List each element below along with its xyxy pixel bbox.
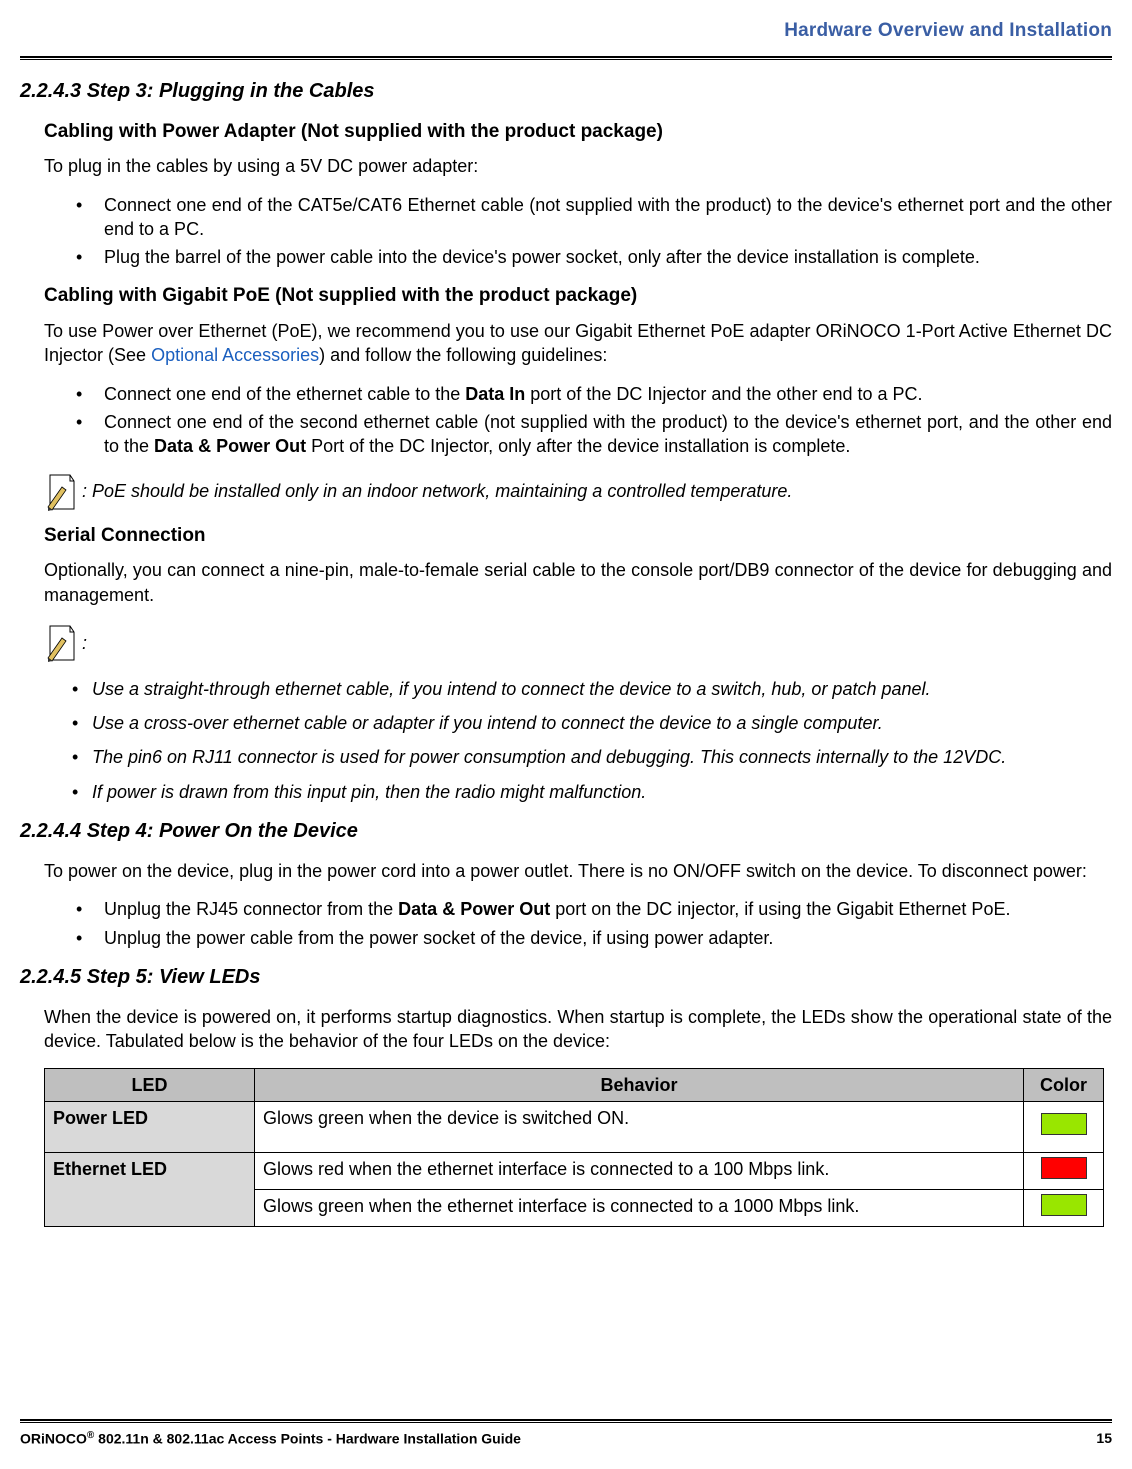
text: 802.11n & 802.11ac Access Points - Hardw… xyxy=(94,1431,521,1447)
list-item: Use a cross-over ethernet cable or adapt… xyxy=(66,711,1112,735)
td-behavior: Glows green when the ethernet interface … xyxy=(255,1190,1024,1227)
step5-body: When the device is powered on, it perfor… xyxy=(44,1005,1112,1054)
step4-bullets: Unplug the RJ45 connector from the Data … xyxy=(44,897,1112,950)
text-bold: Data In xyxy=(465,384,525,404)
text: Connect one end of the ethernet cable to… xyxy=(104,384,465,404)
note-pencil-icon xyxy=(44,473,78,511)
list-item: Plug the barrel of the power cable into … xyxy=(66,245,1112,269)
serial-para: Optionally, you can connect a nine-pin, … xyxy=(44,558,1112,607)
pa-intro: To plug in the cables by using a 5V DC p… xyxy=(44,154,1112,178)
list-item: Connect one end of the second ethernet c… xyxy=(66,410,1112,459)
td-behavior: Glows green when the device is switched … xyxy=(255,1101,1024,1152)
text: port on the DC injector, if using the Gi… xyxy=(550,899,1010,919)
serial-note-icon-row: : xyxy=(44,621,1112,665)
step4-heading: 2.2.4.4 Step 4: Power On the Device xyxy=(20,818,1112,845)
note-colon: : xyxy=(82,631,87,655)
td-behavior: Glows red when the ethernet interface is… xyxy=(255,1152,1024,1189)
serial-title: Serial Connection xyxy=(44,523,1112,549)
td-led-name: Ethernet LED xyxy=(45,1152,255,1227)
step5-para: When the device is powered on, it perfor… xyxy=(44,1005,1112,1054)
step4-body: To power on the device, plug in the powe… xyxy=(44,859,1112,950)
footer-rule-thin xyxy=(20,1422,1112,1423)
list-item: Unplug the RJ45 connector from the Data … xyxy=(66,897,1112,921)
list-item: If power is drawn from this input pin, t… xyxy=(66,780,1112,804)
footer-line: ORiNOCO® 802.11n & 802.11ac Access Point… xyxy=(20,1429,1112,1449)
header-rule-thick xyxy=(20,56,1112,58)
text: ORiNOCO xyxy=(20,1431,87,1447)
list-item: Unplug the power cable from the power so… xyxy=(66,926,1112,950)
step3-heading: 2.2.4.3 Step 3: Plugging in the Cables xyxy=(20,78,1112,105)
step4-para: To power on the device, plug in the powe… xyxy=(44,859,1112,883)
header-rule-thin xyxy=(20,59,1112,60)
poe-title: Cabling with Gigabit PoE (Not supplied w… xyxy=(44,283,1112,309)
list-item: Use a straight-through ethernet cable, i… xyxy=(66,677,1112,701)
list-item: The pin6 on RJ11 connector is used for p… xyxy=(66,745,1112,769)
pa-bullets: Connect one end of the CAT5e/CAT6 Ethern… xyxy=(44,193,1112,270)
table-row: Power LED Glows green when the device is… xyxy=(45,1101,1104,1152)
step3-body: Cabling with Power Adapter (Not supplied… xyxy=(44,119,1112,804)
footer-left: ORiNOCO® 802.11n & 802.11ac Access Point… xyxy=(20,1429,521,1449)
text: Port of the DC Injector, only after the … xyxy=(306,436,850,456)
poe-bullets: Connect one end of the ethernet cable to… xyxy=(44,382,1112,459)
step5-heading: 2.2.4.5 Step 5: View LEDs xyxy=(20,964,1112,991)
page-footer: ORiNOCO® 802.11n & 802.11ac Access Point… xyxy=(20,1419,1112,1449)
color-swatch-green xyxy=(1041,1194,1087,1216)
serial-notes-list: Use a straight-through ethernet cable, i… xyxy=(44,677,1112,804)
text: Unplug the RJ45 connector from the xyxy=(104,899,398,919)
table-row: Ethernet LED Glows red when the ethernet… xyxy=(45,1152,1104,1189)
note-pencil-icon xyxy=(44,621,78,665)
optional-accessories-link[interactable]: Optional Accessories xyxy=(151,345,319,365)
th-led: LED xyxy=(45,1068,255,1101)
footer-rule-thick xyxy=(20,1419,1112,1421)
running-header: Hardware Overview and Installation xyxy=(20,18,1112,44)
text: ) and follow the following guidelines: xyxy=(319,345,607,365)
poe-note: : PoE should be installed only in an ind… xyxy=(44,473,1112,511)
note-text: : PoE should be installed only in an ind… xyxy=(82,479,792,503)
text-bold: Data & Power Out xyxy=(398,899,550,919)
document-page: Hardware Overview and Installation 2.2.4… xyxy=(0,0,1132,1469)
text-bold: Data & Power Out xyxy=(154,436,306,456)
table-header-row: LED Behavior Color xyxy=(45,1068,1104,1101)
td-led-name: Power LED xyxy=(45,1101,255,1152)
color-swatch-red xyxy=(1041,1157,1087,1179)
th-color: Color xyxy=(1024,1068,1104,1101)
list-item: Connect one end of the CAT5e/CAT6 Ethern… xyxy=(66,193,1112,242)
poe-intro: To use Power over Ethernet (PoE), we rec… xyxy=(44,319,1112,368)
page-number: 15 xyxy=(1096,1429,1112,1449)
td-color xyxy=(1024,1190,1104,1227)
text: port of the DC Injector and the other en… xyxy=(525,384,922,404)
td-color xyxy=(1024,1101,1104,1152)
pa-title: Cabling with Power Adapter (Not supplied… xyxy=(44,119,1112,145)
color-swatch-green xyxy=(1041,1113,1087,1135)
th-behavior: Behavior xyxy=(255,1068,1024,1101)
list-item: Connect one end of the ethernet cable to… xyxy=(66,382,1112,406)
td-color xyxy=(1024,1152,1104,1189)
led-table: LED Behavior Color Power LED Glows green… xyxy=(44,1068,1104,1228)
